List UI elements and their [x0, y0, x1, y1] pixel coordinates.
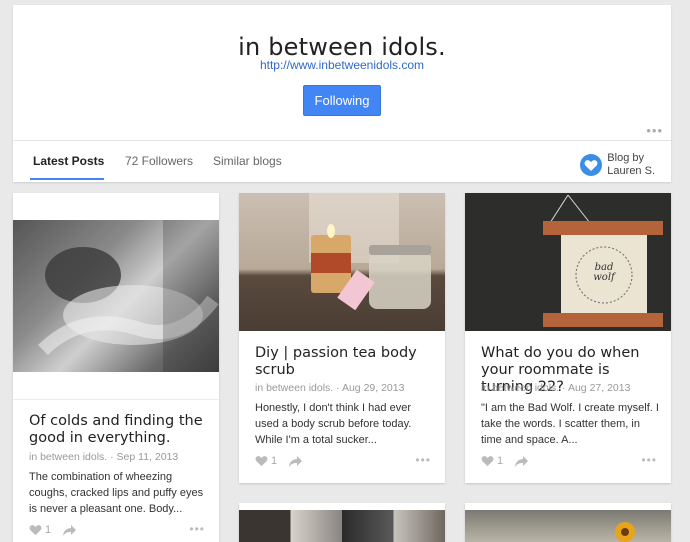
blog-tabs: Latest Posts 72 Followers Similar blogs … [13, 141, 671, 182]
share-icon[interactable] [515, 456, 528, 467]
post-image [239, 193, 445, 331]
like-count: 1 [45, 524, 52, 536]
more-icon[interactable]: ••• [189, 522, 205, 536]
post-title[interactable]: Of colds and finding the good in everyth… [29, 413, 205, 447]
divider [13, 399, 219, 400]
post-meta: in between idols. · Aug 29, 2013 [255, 382, 405, 394]
header-more-icon[interactable]: ••• [646, 123, 663, 138]
post-snippet: The combination of wheezing coughs, crac… [29, 471, 204, 515]
heart-avatar-icon [580, 154, 603, 176]
post-image [465, 510, 671, 542]
post-image [13, 220, 219, 372]
author-label: Blog by [607, 152, 644, 164]
blog-header: in between idols. http://www.inbetweenid… [13, 5, 671, 182]
share-icon[interactable] [289, 456, 302, 467]
post-meta: in between idols. · Sep 11, 2013 [29, 451, 179, 463]
following-button[interactable]: Following [303, 85, 381, 116]
post-card[interactable] [239, 503, 445, 542]
post-snippet: Honestly, I don't think I had ever used … [255, 402, 412, 446]
heart-icon[interactable] [29, 524, 42, 536]
blog-author[interactable]: Blog by Lauren S. [580, 152, 655, 178]
more-icon[interactable]: ••• [641, 453, 657, 467]
author-name: Lauren S. [607, 165, 655, 177]
post-card[interactable]: bad wolf What do you do when your roomma… [465, 193, 671, 483]
image-caption: bad wolf [593, 262, 615, 283]
post-snippet: "I am the Bad Wolf. I create myself. I t… [481, 402, 659, 446]
post-card[interactable]: Of colds and finding the good in everyth… [13, 193, 219, 542]
post-title[interactable]: Diy | passion tea body scrub [255, 345, 431, 379]
blog-title: in between idols. [238, 33, 446, 61]
active-tab-indicator [30, 178, 104, 180]
like-count: 1 [497, 455, 504, 467]
more-icon[interactable]: ••• [415, 453, 431, 467]
tab-similar-blogs[interactable]: Similar blogs [213, 154, 282, 168]
heart-icon[interactable] [255, 455, 268, 467]
post-image: bad wolf [465, 193, 671, 331]
tab-latest-posts[interactable]: Latest Posts [33, 154, 104, 168]
blog-url-link[interactable]: http://www.inbetweenidols.com [13, 58, 671, 72]
share-icon[interactable] [63, 525, 76, 536]
post-image [239, 510, 445, 542]
post-card[interactable]: Diy | passion tea body scrub in between … [239, 193, 445, 483]
post-card[interactable] [465, 503, 671, 542]
post-meta: in between idols. · Aug 27, 2013 [481, 382, 631, 394]
tab-followers[interactable]: 72 Followers [125, 154, 193, 168]
like-count: 1 [271, 455, 278, 467]
heart-icon[interactable] [481, 455, 494, 467]
